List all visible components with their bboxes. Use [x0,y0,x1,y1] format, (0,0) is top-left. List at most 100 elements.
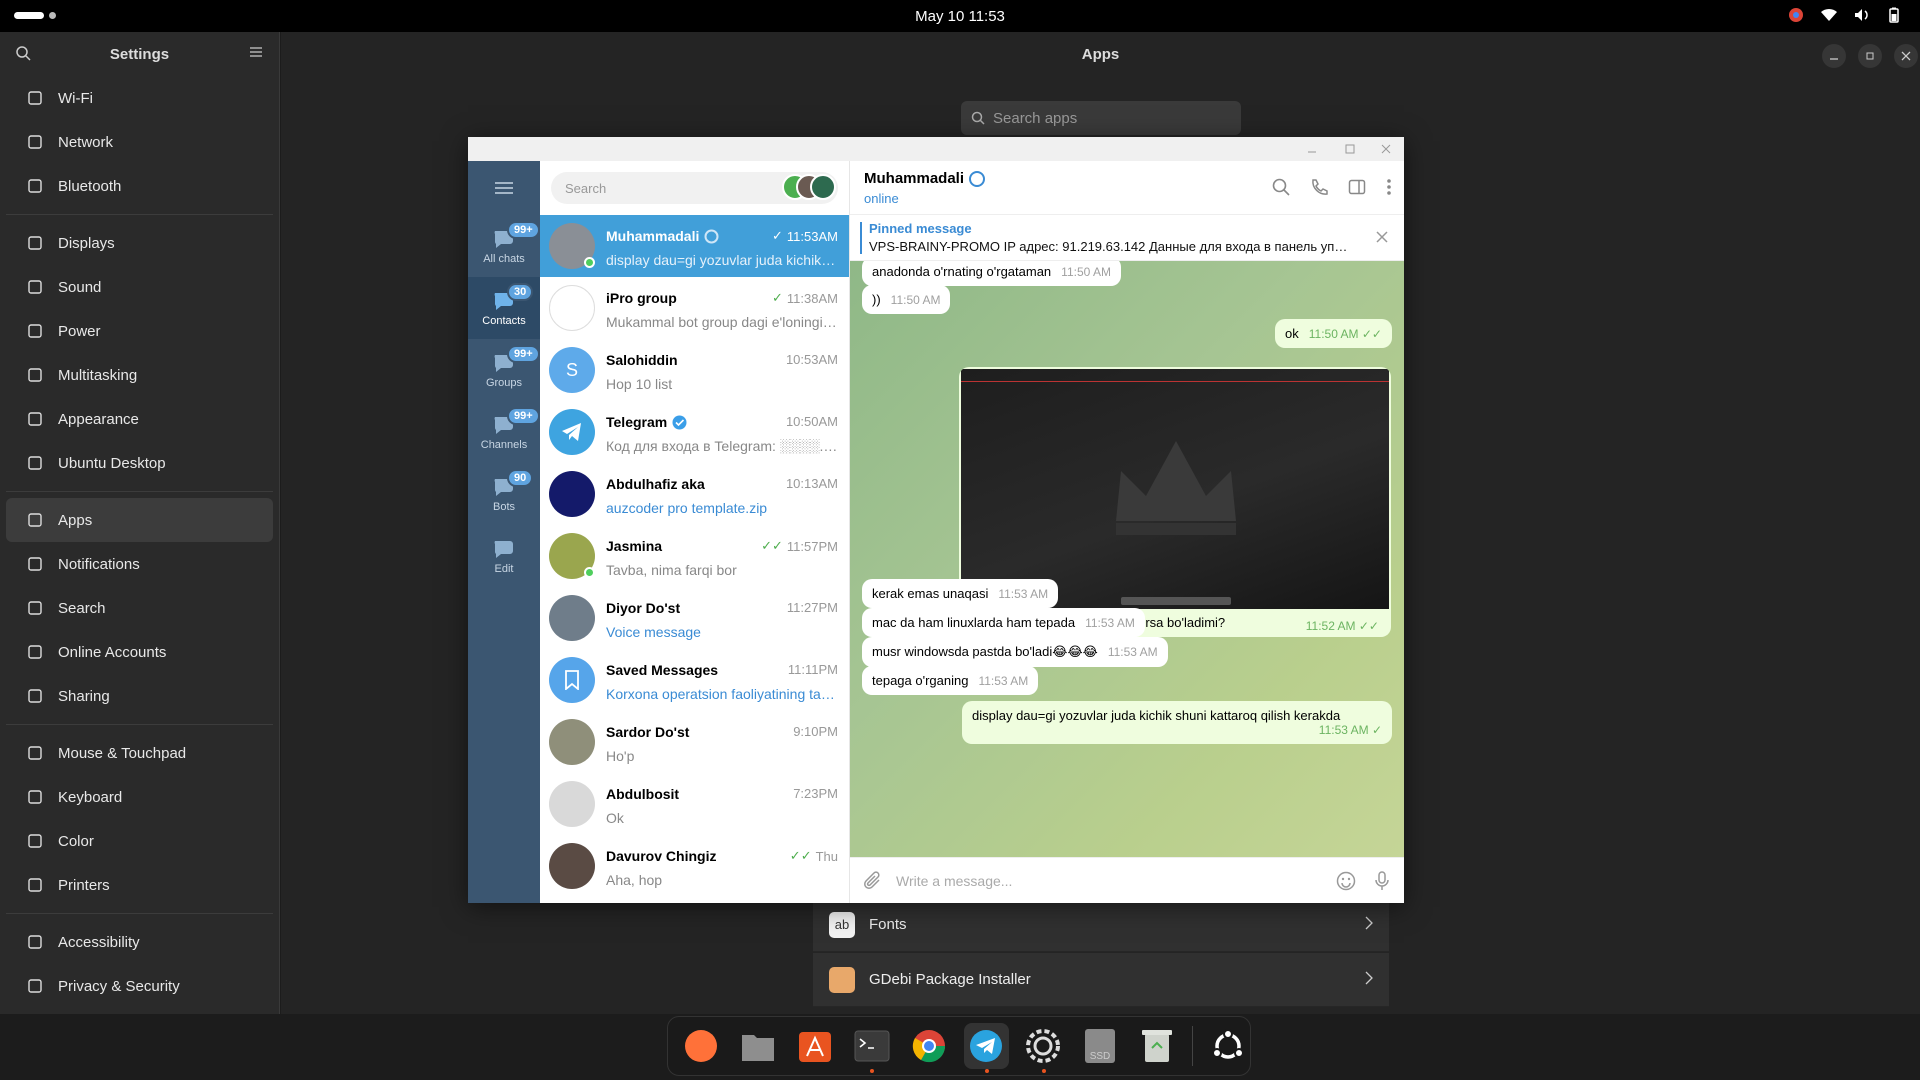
trash-icon[interactable] [1135,1023,1180,1069]
folder-bots[interactable]: 90 Bots [468,463,540,525]
sidebar-item-multitasking[interactable]: Multitasking [6,353,273,397]
sidebar-item-online-accounts[interactable]: Online Accounts [6,630,273,674]
menu-icon[interactable] [249,46,263,58]
telegram-window: 99+ All chats 30 Contacts 99+ Groups 99+… [468,137,1404,903]
microphone-icon[interactable] [1374,870,1390,891]
system-tray[interactable] [1788,7,1902,23]
sidebar-item-power[interactable]: Power [6,309,273,353]
attach-icon[interactable] [864,870,882,891]
sidebar-item-accessibility[interactable]: Accessibility [6,920,273,964]
search-apps-input[interactable]: Search apps [961,101,1241,135]
app-center-icon[interactable] [792,1023,837,1069]
incoming-message[interactable]: anadonda o'rnating o'rgataman 11:50 AM [862,261,1121,286]
phone-icon[interactable] [1310,178,1328,196]
stories-avatars[interactable] [782,174,836,200]
sidebar-item-mouse-touchpad[interactable]: Mouse & Touchpad [6,731,273,775]
chat-item[interactable]: Telegram 10:50AM Код для входа в Telegra… [540,401,849,463]
emoji-icon[interactable] [1336,871,1356,891]
minimize-button[interactable] [1304,141,1320,157]
chat-name: Saved Messages [606,662,719,678]
screenshot-image[interactable] [961,369,1389,609]
message-input[interactable]: Write a message... [896,873,1336,889]
more-icon[interactable] [1386,178,1392,196]
files-icon[interactable] [735,1023,780,1069]
chat-item[interactable]: iPro group ✓ 11:38AM Mukammal bot group d… [540,277,849,339]
incoming-message[interactable]: tepaga o'rganing 11:53 AM [862,666,1039,695]
sidebar-item-privacy-security[interactable]: Privacy & Security [6,964,273,1008]
app-row-fonts[interactable]: ab Fonts [813,898,1389,952]
folder-edit[interactable]: Edit [468,525,540,587]
close-button[interactable] [1378,141,1394,157]
maximize-button[interactable] [1342,141,1358,157]
volume-icon[interactable] [1854,8,1870,22]
chat-item[interactable]: Saved Messages 11:11PM Korxona operatsio… [540,649,849,711]
search-icon[interactable] [16,46,31,61]
sidebar-item-appearance[interactable]: Appearance [6,397,273,441]
divider [6,214,273,215]
conversation-header[interactable]: Muhammadali online [850,161,1404,215]
incoming-message[interactable]: )) 11:50 AM [862,285,951,314]
telegram-icon[interactable] [963,1023,1009,1073]
pinned-message[interactable]: Pinned message VPS-BRAINY-PROMO IP адрес… [850,215,1404,261]
chat-item[interactable]: Davurov Chingiz ✓✓ Thu Aha, hop [540,835,849,897]
chrome-tray-icon[interactable] [1788,7,1804,23]
chrome-icon[interactable] [906,1023,951,1069]
chat-item[interactable]: Abdulbosit 7:23PM Ok [540,773,849,835]
chat-item[interactable]: Muhammadali ✓ 11:53AM display dau=gi yozu… [540,215,849,277]
sidebar-item-network[interactable]: Network [6,120,273,164]
sharing-icon [26,687,44,705]
chat-item[interactable]: Sardor Do'st 9:10PM Ho'p [540,711,849,773]
sidebar-item-ubuntu-desktop[interactable]: Ubuntu Desktop [6,441,273,485]
folder-label: All chats [483,253,525,265]
folder-contacts[interactable]: 30 Contacts [468,277,540,339]
chat-item[interactable]: S Salohiddin 10:53AM Hop 10 list [540,339,849,401]
folder-groups[interactable]: 99+ Groups [468,339,540,401]
sidebar-item-apps[interactable]: Apps [6,498,273,542]
notifications-icon [26,555,44,573]
incoming-message[interactable]: kerak emas unaqasi 11:53 AM [862,579,1059,608]
chat-item[interactable]: Diyor Do'st 11:27PM Voice message [540,587,849,649]
sidebar-item-displays[interactable]: Displays [6,221,273,265]
message-list[interactable]: mashu tepadagini pastga tushirsa bo'ladi… [850,261,1404,857]
close-button[interactable] [1894,44,1918,68]
incoming-message[interactable]: mac da ham linuxlarda ham tepada 11:53 AM [862,608,1145,637]
sidebar-item-label: Multitasking [58,366,138,384]
app-row-gdebi[interactable]: GDebi Package Installer [813,953,1389,1007]
sidebar-item-bluetooth[interactable]: Bluetooth [6,164,273,208]
settings-icon[interactable] [1021,1023,1066,1073]
minimize-button[interactable] [1822,44,1846,68]
sidebar-item-sharing[interactable]: Sharing [6,674,273,718]
chat-item[interactable]: Jasmina ✓✓ 11:57PM Tavba, nima farqi bor [540,525,849,587]
sidebar-item-notifications[interactable]: Notifications [6,542,273,586]
search-icon[interactable] [1272,178,1290,196]
terminal-icon[interactable] [849,1023,894,1073]
battery-icon[interactable] [1886,7,1902,23]
sidebar-item-label: Power [58,322,101,340]
chat-time: 7:23PM [793,786,838,801]
outgoing-message[interactable]: ok 11:50 AM ✓✓ [1275,319,1392,348]
chat-item[interactable]: Abdulhafiz aka 10:13AM auzcoder pro temp… [540,463,849,525]
ubuntu-logo-icon[interactable] [1205,1023,1250,1069]
clock[interactable]: May 10 11:53 [0,8,1920,25]
chat-search-input[interactable]: Search [551,172,838,204]
incoming-message[interactable]: musr windowsda pastda bo'ladi😂😂😂 11:53 AM [862,637,1168,667]
sidebar-item-search[interactable]: Search [6,586,273,630]
restore-button[interactable] [1858,44,1882,68]
telegram-titlebar[interactable] [468,137,1404,161]
wifi-status-icon[interactable] [1820,8,1838,22]
chat-preview: Korxona operatsion faoliyatining tahlili [606,686,838,702]
sidebar-item-printers[interactable]: Printers [6,863,273,907]
sidebar-item-color[interactable]: Color [6,819,273,863]
outgoing-message[interactable]: display dau=gi yozuvlar juda kichik shun… [962,701,1392,744]
ssd-icon[interactable]: SSD [1078,1023,1123,1069]
folder-channels[interactable]: 99+ Channels [468,401,540,463]
peer-name[interactable]: Muhammadali [864,170,986,187]
sidebar-item-wi-fi[interactable]: Wi-Fi [6,76,273,120]
sidebar-item-sound[interactable]: Sound [6,265,273,309]
hamburger-menu-button[interactable] [468,161,540,215]
sidebar-toggle-icon[interactable] [1348,178,1366,196]
firefox-icon[interactable] [678,1023,723,1069]
close-icon[interactable] [1376,231,1388,243]
folder-all-chats[interactable]: 99+ All chats [468,215,540,277]
sidebar-item-keyboard[interactable]: Keyboard [6,775,273,819]
